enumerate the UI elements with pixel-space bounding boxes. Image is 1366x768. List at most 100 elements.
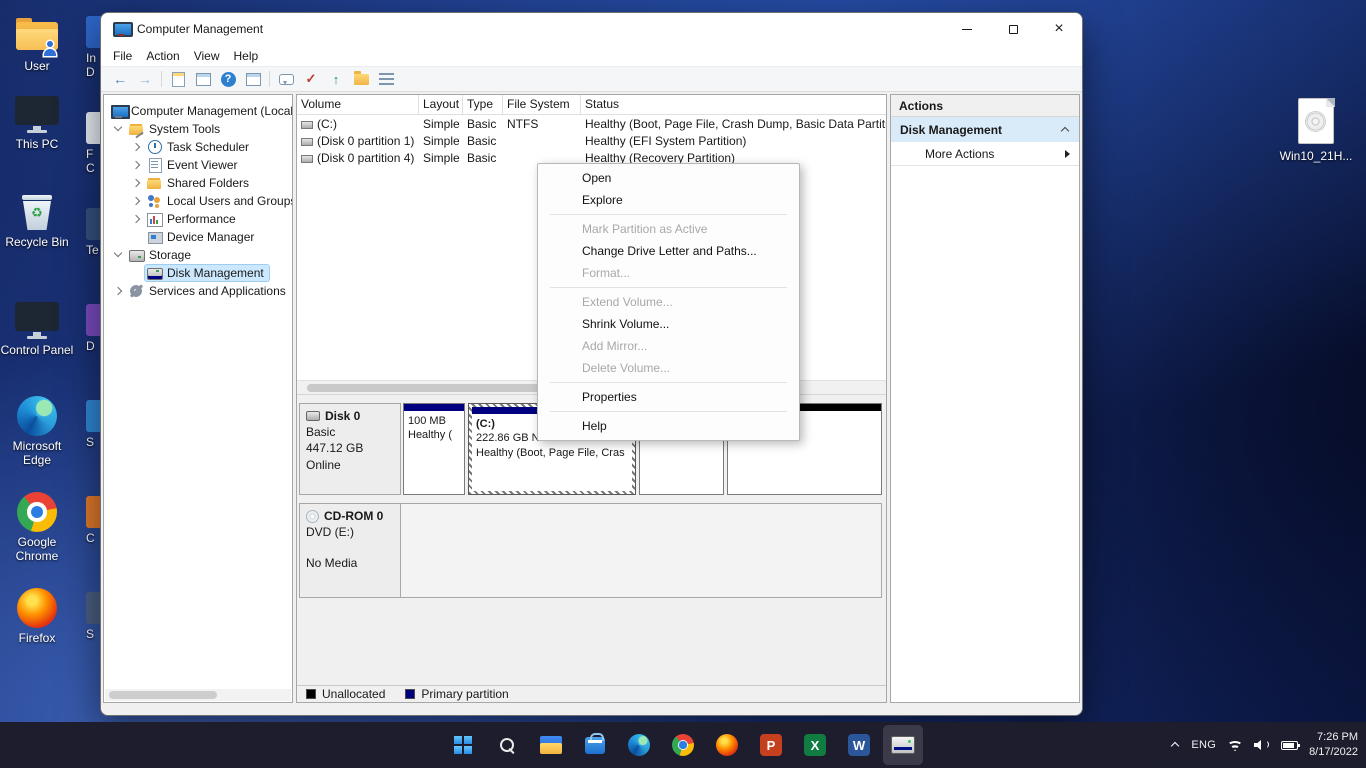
battery-icon[interactable] — [1281, 740, 1301, 750]
chrome-icon — [672, 734, 694, 756]
search-button[interactable] — [487, 725, 527, 765]
folder-icon[interactable] — [352, 70, 370, 88]
details-view-icon[interactable] — [377, 70, 395, 88]
check-icon[interactable]: ✓ — [302, 70, 320, 88]
context-menu-open[interactable]: Open — [540, 167, 797, 189]
forward-icon[interactable]: → — [136, 70, 154, 88]
microsoft-store-button[interactable] — [575, 725, 615, 765]
expand-chevron-icon[interactable] — [131, 160, 141, 170]
chrome-icon — [14, 492, 60, 532]
context-menu-explore[interactable]: Explore — [540, 189, 797, 211]
desktop-icon-firefox[interactable]: Firefox — [0, 588, 74, 646]
disk-management-taskbar-button[interactable] — [883, 725, 923, 765]
scrollbar-thumb[interactable] — [307, 384, 543, 392]
back-icon[interactable]: ← — [111, 70, 129, 88]
console-tree-icon[interactable] — [194, 70, 212, 88]
hidden-icons-chevron-icon[interactable] — [1170, 740, 1180, 750]
volume-row-partition-1[interactable]: (Disk 0 partition 1) Simple Basic Health… — [297, 132, 886, 149]
volume-icon[interactable] — [1254, 739, 1270, 751]
desktop-icon-microsoft-edge[interactable]: Microsoft Edge — [0, 396, 74, 468]
action-pane-icon[interactable] — [244, 70, 262, 88]
desktop-icon-label: Firefox — [18, 631, 56, 645]
column-header-type[interactable]: Type — [463, 95, 503, 114]
clock[interactable]: 7:26 PM 8/17/2022 — [1309, 730, 1358, 760]
tree-item-performance[interactable]: Performance — [104, 210, 292, 228]
word-button[interactable]: W — [839, 725, 879, 765]
tree-item-event-viewer[interactable]: Event Viewer — [104, 156, 292, 174]
menu-file[interactable]: File — [106, 47, 139, 65]
context-menu-shrink-volume[interactable]: Shrink Volume... — [540, 313, 797, 335]
comment-icon[interactable] — [277, 70, 295, 88]
recycle-bin-icon — [14, 192, 60, 232]
context-menu-help[interactable]: Help — [540, 415, 797, 437]
expand-chevron-icon[interactable] — [131, 142, 141, 152]
users-icon — [147, 194, 162, 208]
actions-disk-management[interactable]: Disk Management — [891, 117, 1079, 142]
document-icon[interactable] — [169, 70, 187, 88]
file-explorer-icon — [540, 736, 562, 754]
desktop-icon-win10-iso[interactable]: Win10_21H... — [1280, 98, 1352, 163]
tree-item-system-tools[interactable]: System Tools — [104, 120, 292, 138]
user-folder-icon — [14, 16, 60, 56]
volume-icon — [301, 154, 313, 163]
column-header-layout[interactable]: Layout — [419, 95, 463, 114]
maximize-button[interactable] — [990, 13, 1036, 45]
tree-item-local-users-and-groups[interactable]: Local Users and Groups — [104, 192, 292, 210]
disk-0-header[interactable]: Disk 0 Basic 447.12 GB Online — [299, 403, 401, 495]
wifi-icon[interactable] — [1227, 739, 1244, 751]
desktop-icon-google-chrome[interactable]: Google Chrome — [0, 492, 74, 564]
desktop-icon-this-pc[interactable]: This PC — [0, 94, 74, 152]
help-icon[interactable]: ? — [219, 70, 237, 88]
file-explorer-button[interactable] — [531, 725, 571, 765]
minimize-button[interactable] — [944, 13, 990, 45]
column-header-file-system[interactable]: File System — [503, 95, 581, 114]
excel-button[interactable]: X — [795, 725, 835, 765]
desktop-icon-label: Google Chrome — [15, 535, 59, 563]
powerpoint-button[interactable]: P — [751, 725, 791, 765]
menu-view[interactable]: View — [187, 47, 227, 65]
tree-item-computer-management[interactable]: Computer Management (Local — [104, 102, 292, 120]
partition-color-bar — [404, 404, 464, 411]
tree-item-task-scheduler[interactable]: Task Scheduler — [104, 138, 292, 156]
volume-icon — [301, 120, 313, 129]
desktop-icon-control-panel[interactable]: Control Panel — [0, 300, 74, 358]
edge-button[interactable] — [619, 725, 659, 765]
toolbar-separator — [269, 71, 270, 87]
expand-chevron-icon[interactable] — [113, 286, 123, 296]
context-menu-properties[interactable]: Properties — [540, 386, 797, 408]
volume-row-c[interactable]: (C:) Simple Basic NTFS Healthy (Boot, Pa… — [297, 115, 886, 132]
services-icon — [129, 284, 144, 298]
titlebar[interactable]: Computer Management × — [101, 13, 1082, 45]
device-manager-icon — [147, 230, 163, 244]
column-header-volume[interactable]: Volume — [297, 95, 419, 114]
context-menu-change-drive-letter[interactable]: Change Drive Letter and Paths... — [540, 240, 797, 262]
expand-chevron-icon[interactable] — [131, 196, 141, 206]
start-button[interactable] — [443, 725, 483, 765]
actions-more-actions[interactable]: More Actions — [891, 142, 1079, 166]
expand-chevron-icon[interactable] — [131, 178, 141, 188]
collapse-chevron-icon[interactable] — [113, 250, 123, 260]
close-button[interactable]: × — [1036, 13, 1082, 45]
menu-action[interactable]: Action — [139, 47, 186, 65]
collapse-chevron-icon[interactable] — [113, 124, 123, 134]
up-arrow-icon[interactable]: ↑ — [327, 70, 345, 88]
menu-help[interactable]: Help — [227, 47, 266, 65]
desktop-icon-recycle-bin[interactable]: Recycle Bin — [0, 192, 74, 250]
partition-efi[interactable]: 100 MB Healthy ( — [403, 403, 465, 495]
tree-item-services-and-applications[interactable]: Services and Applications — [104, 282, 292, 300]
scrollbar-thumb[interactable] — [109, 691, 217, 699]
firefox-button[interactable] — [707, 725, 747, 765]
tree-horizontal-scrollbar[interactable] — [105, 689, 291, 701]
tree-item-shared-folders[interactable]: Shared Folders — [104, 174, 292, 192]
cdrom-empty-area[interactable] — [401, 503, 882, 598]
expand-chevron-icon[interactable] — [131, 214, 141, 224]
column-header-status[interactable]: Status — [581, 95, 886, 114]
cdrom-0-header[interactable]: CD-ROM 0 DVD (E:) No Media — [299, 503, 401, 598]
tree-item-disk-management[interactable]: Disk Management — [104, 264, 292, 282]
desktop-icon-user[interactable]: User — [0, 16, 74, 74]
tree-item-device-manager[interactable]: Device Manager — [104, 228, 292, 246]
collapse-chevron-icon[interactable] — [1061, 125, 1070, 134]
chrome-button[interactable] — [663, 725, 703, 765]
tree-item-storage[interactable]: Storage — [104, 246, 292, 264]
language-indicator[interactable]: ENG — [1191, 739, 1216, 751]
